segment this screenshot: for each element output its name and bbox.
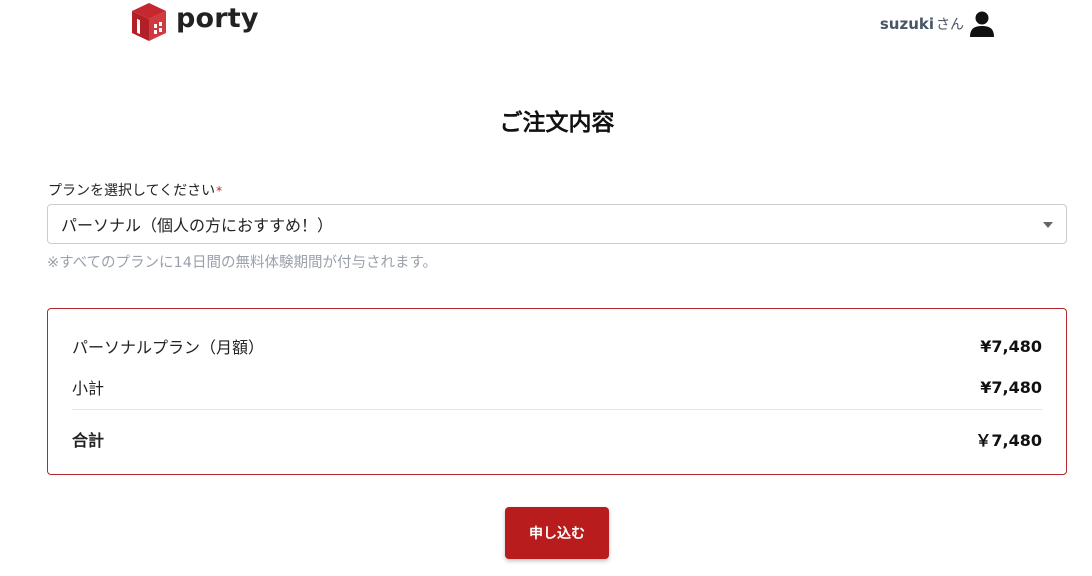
summary-row-plan: パーソナルプラン（月額） ¥7,480	[72, 334, 1042, 358]
order-page: porty suzuki さん ご注文内容 プランを選択してください* パーソナ…	[0, 0, 1092, 576]
summary-divider	[72, 409, 1042, 410]
total-label: 合計	[72, 431, 105, 450]
brand-name: porty	[176, 2, 259, 34]
plan-line-price: ¥7,480	[980, 336, 1042, 356]
subtotal-label: 小計	[72, 379, 105, 398]
required-mark: *	[216, 184, 223, 198]
chevron-down-icon	[1043, 222, 1053, 228]
user-honorific: さん	[936, 17, 964, 33]
page-title: ご注文内容	[499, 110, 615, 136]
subtotal-price: ¥7,480	[980, 377, 1042, 397]
trial-note: ※すべてのプランに14日間の無料体験期間が付与されます。	[47, 255, 438, 271]
plan-select-label-text: プランを選択してください	[48, 183, 216, 199]
user-menu[interactable]: suzuki さん	[880, 10, 994, 38]
summary-row-total: 合計 ￥7,480	[72, 427, 1042, 451]
apply-button[interactable]: 申し込む	[505, 507, 609, 559]
plan-select-label: プランを選択してください*	[48, 180, 222, 200]
summary-row-subtotal: 小計 ¥7,480	[72, 375, 1042, 399]
total-price: ￥7,480	[975, 431, 1042, 450]
header: porty suzuki さん	[0, 0, 1092, 50]
order-summary: パーソナルプラン（月額） ¥7,480 小計 ¥7,480 合計 ￥7,480	[47, 308, 1067, 475]
user-icon	[970, 11, 994, 37]
brand-logo[interactable]: porty	[131, 2, 259, 42]
user-name: suzuki	[879, 15, 934, 33]
plan-select-value: パーソナル（個人の方におすすめ！）	[61, 216, 334, 235]
plan-line-label: パーソナルプラン（月額）	[72, 338, 265, 357]
plan-select[interactable]: パーソナル（個人の方におすすめ！）	[47, 204, 1067, 244]
porty-logo-icon	[132, 3, 166, 41]
